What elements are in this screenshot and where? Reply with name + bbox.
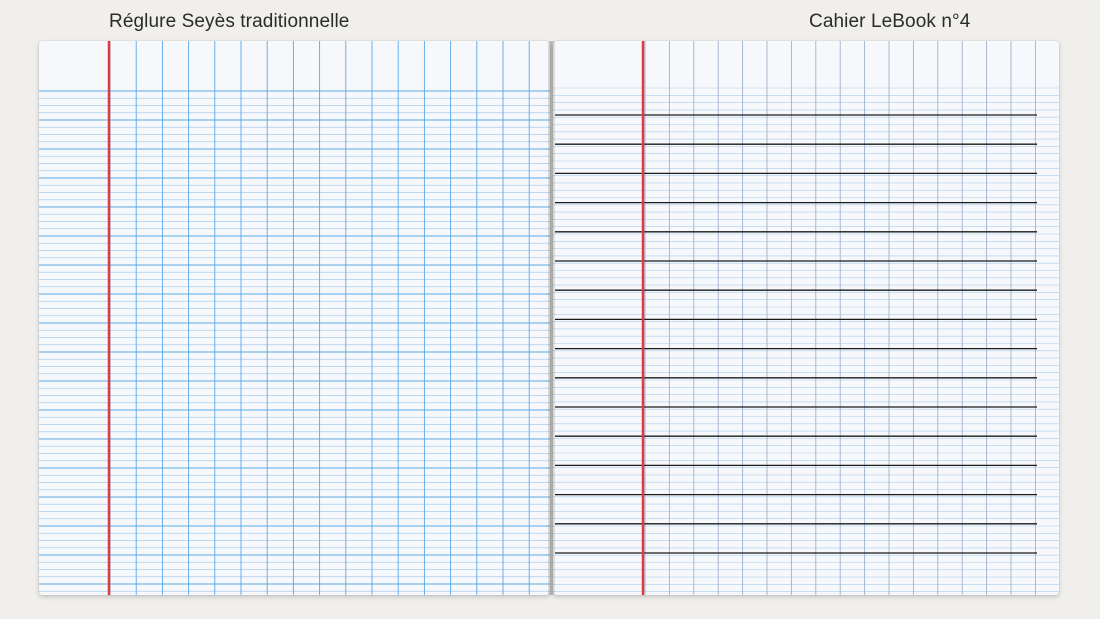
- seyes-ruling: [39, 41, 550, 595]
- lebook-ruling: [553, 41, 1059, 595]
- caption-lebook: Cahier LeBook n°4: [809, 11, 971, 32]
- notebook-spread: Réglure Seyès traditionnelle Cahier LeBo…: [0, 0, 1100, 619]
- notebook-spine: [548, 41, 555, 595]
- seyes-page: [39, 41, 550, 595]
- caption-seyes: Réglure Seyès traditionnelle: [109, 11, 350, 32]
- lebook-page: [553, 41, 1059, 595]
